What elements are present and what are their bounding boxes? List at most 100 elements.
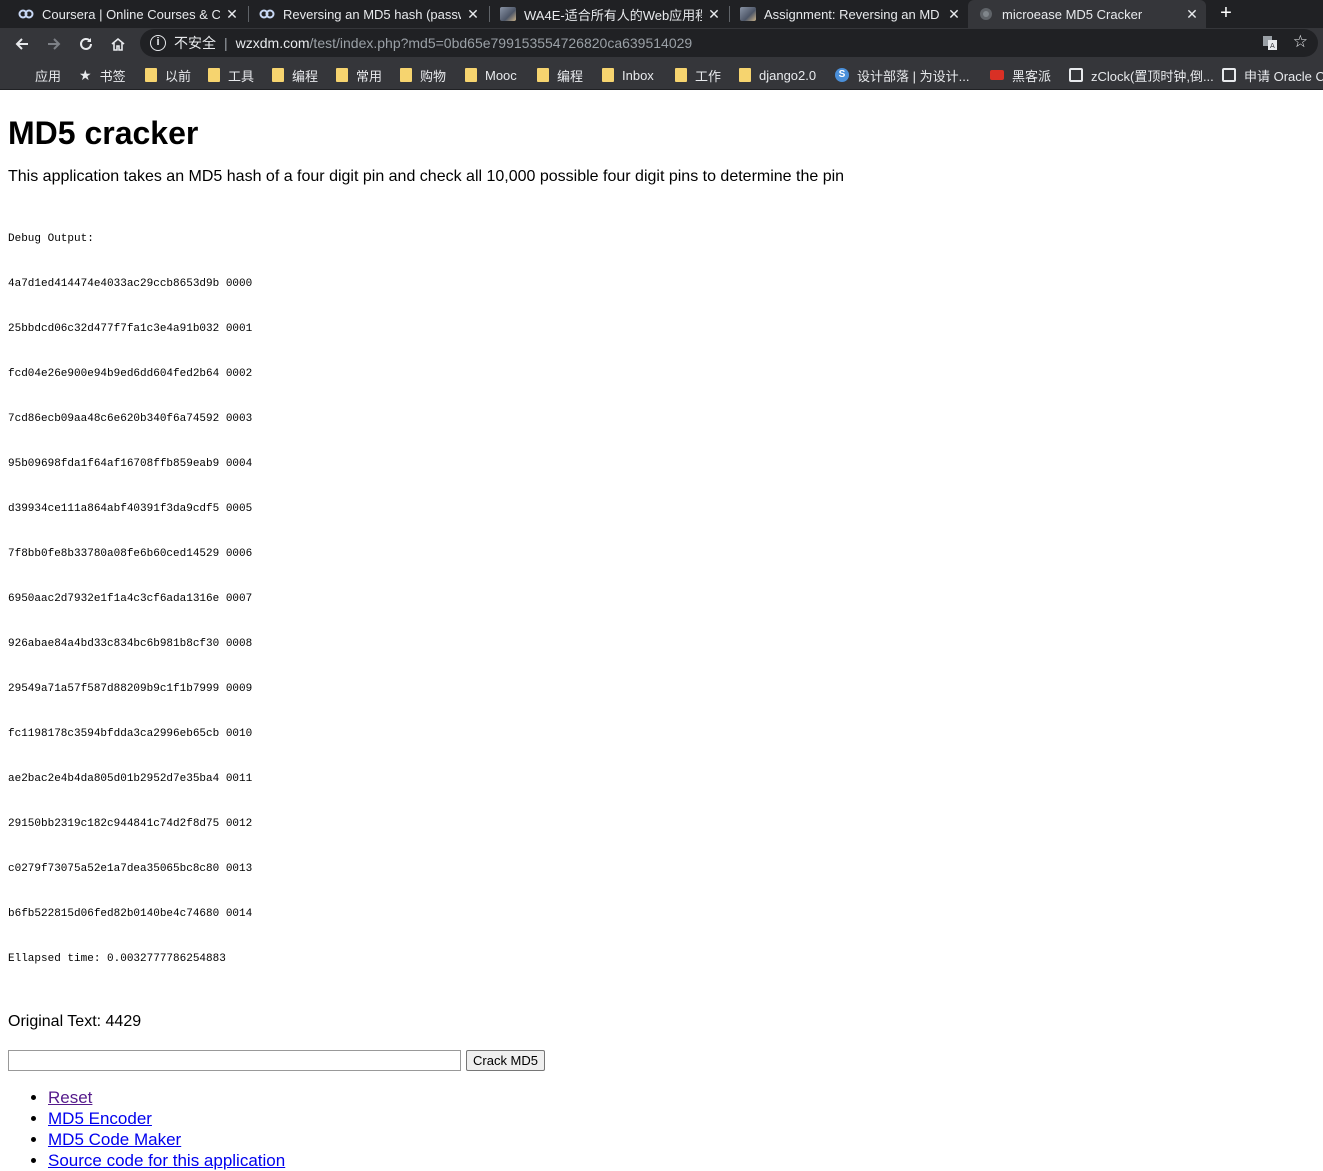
back-button[interactable] [10, 32, 34, 56]
tab-title: Coursera | Online Courses & C [42, 6, 220, 22]
bookmark-label: 编程 [557, 68, 584, 84]
elapsed-time: Ellapsed time: 0.0032777786254883 [8, 953, 226, 965]
tab-title: WA4E-适合所有人的Web应用程 [524, 7, 702, 23]
md5-encoder-link[interactable]: MD5 Encoder [48, 1109, 152, 1128]
tab-wa4e[interactable]: WA4E-适合所有人的Web应用程 ✕ [490, 0, 728, 28]
bookmark-folder[interactable]: 编程 [537, 60, 583, 90]
bookmark-bookmarks[interactable]: ★ 书签 [79, 60, 126, 90]
page-description: This application takes an MD5 hash of a … [8, 168, 845, 185]
address-bar[interactable]: i 不安全 | wzxdm.com/test/index.php?md5=0bd… [140, 29, 1318, 57]
tab-title: microease MD5 Cracker [1002, 6, 1143, 22]
bookmark-label: 常用 [356, 68, 383, 84]
debug-header: Debug Output: [8, 233, 94, 245]
debug-line: 7f8bb0fe8b33780a08fe6b60ced14529 0006 [8, 548, 253, 560]
debug-line: 29150bb2319c182c944841c74d2f8d75 0012 [8, 818, 253, 830]
source-code-link[interactable]: Source code for this application [48, 1151, 285, 1170]
bookmark-label: 编程 [292, 68, 319, 84]
close-icon[interactable]: ✕ [224, 6, 240, 22]
list-item: MD5 Encoder [48, 1108, 1315, 1129]
bookmark-label: 书签 [99, 68, 126, 84]
folder-icon [465, 68, 477, 82]
folder-icon [400, 68, 412, 82]
svg-text:A: A [1270, 42, 1275, 50]
reload-icon [80, 37, 92, 50]
tab-reversing-md5[interactable]: Reversing an MD5 hash (passw ✕ [249, 0, 487, 28]
image-favicon [740, 6, 756, 22]
clock-app-icon [1069, 68, 1083, 82]
close-icon[interactable]: ✕ [946, 6, 962, 22]
reload-button[interactable] [74, 32, 98, 56]
translate-icon[interactable]: A [1262, 35, 1278, 51]
page-title: MD5 cracker [8, 115, 199, 151]
bookmark-label: 设计部落 | 为设计... [857, 68, 970, 84]
bookmark-folder[interactable]: Inbox [602, 60, 654, 90]
omnibox-divider: | [224, 35, 228, 51]
bookmark-apps[interactable]: 应用 [13, 60, 61, 90]
bookmark-star-icon[interactable]: ☆ [1293, 32, 1308, 52]
close-icon[interactable]: ✕ [465, 6, 481, 22]
toolbar: i 不安全 | wzxdm.com/test/index.php?md5=0bd… [0, 28, 1323, 60]
tab-md5-cracker[interactable]: microease MD5 Cracker ✕ [968, 0, 1206, 28]
bookmark-hacker[interactable]: 黑客派 [990, 60, 1051, 90]
original-text: Original Text: 4429 [8, 1013, 142, 1030]
folder-icon [336, 68, 348, 82]
md5-input[interactable] [8, 1050, 461, 1071]
bookmark-folder[interactable]: 购物 [400, 60, 446, 90]
bookmark-folder[interactable]: Mooc [465, 60, 517, 90]
tab-coursera[interactable]: Coursera | Online Courses & C ✕ [8, 0, 246, 28]
close-icon[interactable]: ✕ [706, 6, 722, 22]
links-list: Reset MD5 Encoder MD5 Code Maker Source … [8, 1087, 1315, 1171]
debug-line: 6950aac2d7932e1f1a4c3cf6ada1316e 0007 [8, 593, 253, 605]
bookmarks-bar: 应用 ★ 书签 以前 工具 编程 常用 购物 Mooc 编程 Inbox 工作 … [0, 60, 1323, 90]
bookmark-label: 工具 [228, 68, 255, 84]
debug-line: 7cd86ecb09aa48c6e620b340f6a74592 0003 [8, 413, 253, 425]
bookmark-oracle[interactable]: 申请 Oracle C [1222, 60, 1323, 90]
bookmark-zclock[interactable]: zClock(置顶时钟,倒... [1069, 60, 1214, 90]
bookmark-label: zClock(置顶时钟,倒... [1091, 68, 1214, 84]
reset-link[interactable]: Reset [48, 1088, 92, 1107]
forward-arrow-icon [48, 38, 61, 50]
debug-line: 926abae84a4bd33c834bc6b981b8cf30 0008 [8, 638, 253, 650]
bookmark-folder[interactable]: 编程 [272, 60, 318, 90]
close-icon[interactable]: ✕ [1184, 6, 1200, 22]
page-content: MD5 cracker This application takes an MD… [0, 90, 1323, 1171]
image-favicon [500, 6, 516, 22]
bookmark-folder[interactable]: 工具 [208, 60, 254, 90]
folder-icon [739, 68, 751, 82]
debug-line: fcd04e26e900e94b9ed6dd604fed2b64 0002 [8, 368, 253, 380]
bookmark-label: Inbox [622, 67, 654, 83]
debug-line: 95b09698fda1f64af16708ffb859eab9 0004 [8, 458, 253, 470]
bookmark-folder[interactable]: 工作 [675, 60, 721, 90]
new-tab-button[interactable]: + [1214, 0, 1238, 28]
list-item: Source code for this application [48, 1150, 1315, 1171]
crack-md5-button[interactable]: Crack MD5 [466, 1050, 546, 1071]
bookmark-label: 工作 [695, 68, 722, 84]
debug-output: Debug Output: 4a7d1ed414474e4033ac29ccb8… [8, 202, 1315, 997]
coursera-icon [18, 6, 34, 22]
bookmark-design-tribe[interactable]: S 设计部落 | 为设计... [835, 60, 969, 90]
security-label[interactable]: 不安全 [174, 33, 216, 53]
bookmark-label: 申请 Oracle C [1244, 68, 1323, 84]
tab-strip: Coursera | Online Courses & C ✕ Reversin… [0, 0, 1323, 28]
bookmark-label: 黑客派 [1012, 68, 1052, 84]
folder-icon [145, 68, 157, 82]
browser-chrome: Coursera | Online Courses & C ✕ Reversin… [0, 0, 1323, 90]
bookmark-folder[interactable]: 常用 [336, 60, 382, 90]
home-button[interactable] [106, 32, 130, 56]
debug-line: 4a7d1ed414474e4033ac29ccb8653d9b 0000 [8, 278, 253, 290]
bookmark-label: 购物 [420, 68, 447, 84]
md5-code-maker-link[interactable]: MD5 Code Maker [48, 1130, 181, 1149]
oracle-icon [1222, 68, 1236, 82]
tab-assignment[interactable]: Assignment: Reversing an MD ✕ [730, 0, 968, 28]
debug-line: fc1198178c3594bfdda3ca2996eb65cb 0010 [8, 728, 253, 740]
info-icon[interactable]: i [150, 35, 166, 51]
debug-line: 29549a71a57f587d88209b9c1f1b7999 0009 [8, 683, 253, 695]
apps-icon [13, 68, 27, 82]
bookmark-folder[interactable]: 以前 [145, 60, 191, 90]
folder-icon [537, 68, 549, 82]
forward-button[interactable] [42, 32, 66, 56]
folder-icon [602, 68, 614, 82]
bookmark-label: 以前 [165, 68, 192, 84]
debug-line: ae2bac2e4b4da805d01b2952d7e35ba4 0011 [8, 773, 253, 785]
bookmark-folder[interactable]: django2.0 [739, 60, 816, 90]
